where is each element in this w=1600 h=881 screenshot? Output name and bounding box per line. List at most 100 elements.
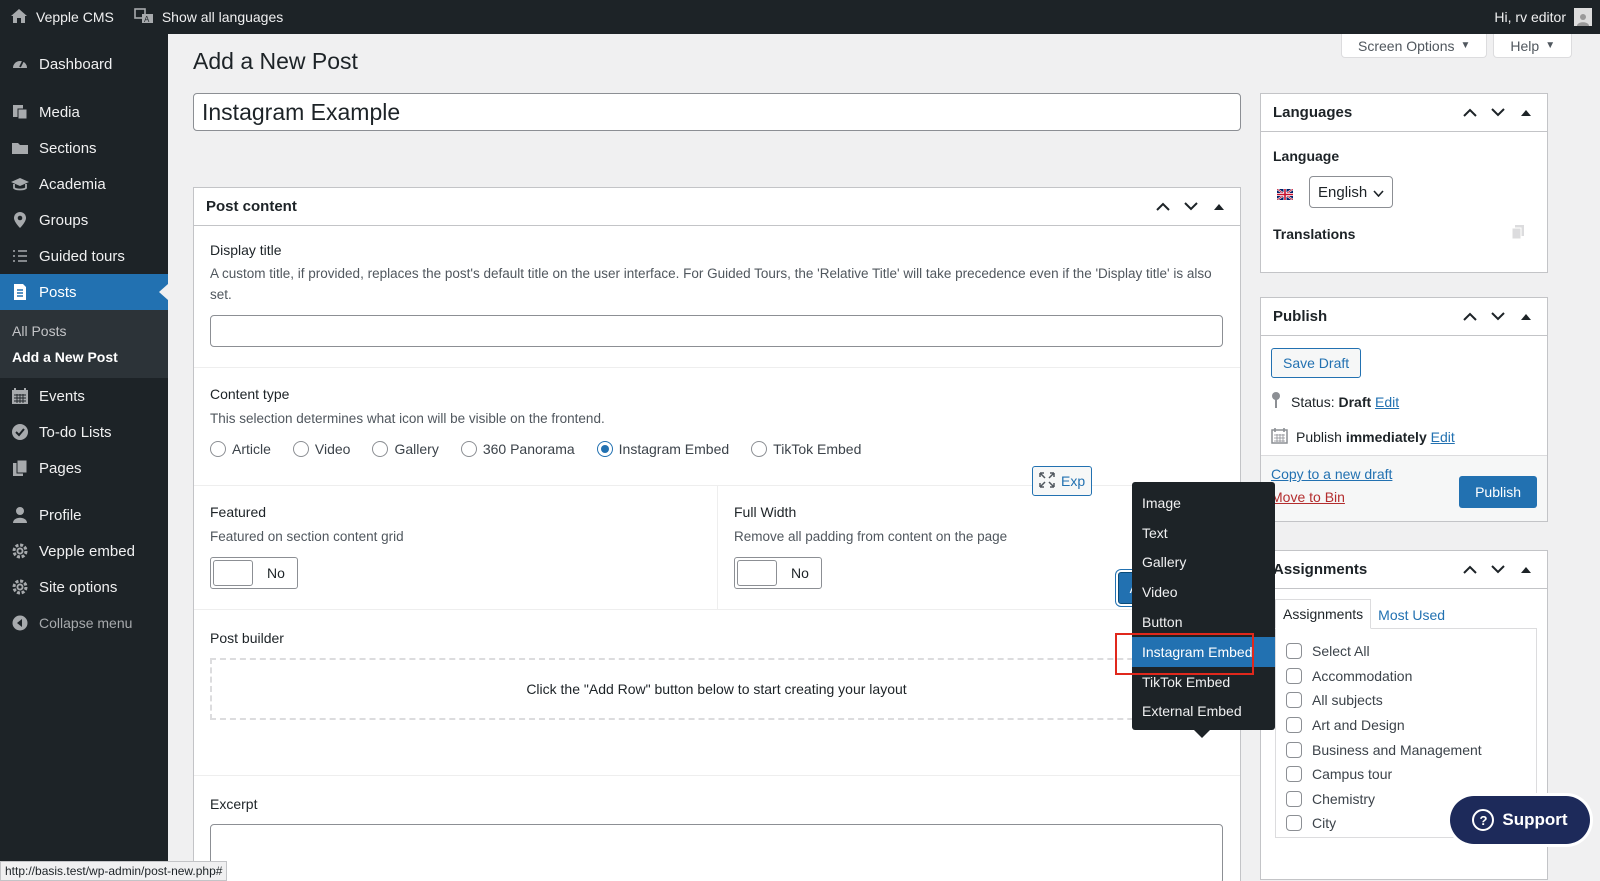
full-width-toggle[interactable]: No — [734, 557, 822, 589]
list-item[interactable]: Accommodation — [1286, 664, 1526, 689]
show-all-languages-link[interactable]: A Show all languages — [124, 0, 293, 34]
folder-icon — [10, 138, 30, 158]
move-down-icon[interactable] — [1182, 202, 1200, 211]
site-name: Vepple CMS — [36, 9, 114, 25]
menu-profile[interactable]: Profile — [0, 497, 168, 533]
featured-field: Featured Featured on section content gri… — [194, 486, 718, 609]
move-up-icon[interactable] — [1154, 202, 1172, 211]
radio-gallery[interactable]: Gallery — [372, 441, 439, 457]
move-up-icon[interactable] — [1461, 312, 1479, 321]
site-name-link[interactable]: Vepple CMS — [0, 0, 124, 34]
uk-flag-icon — [1276, 187, 1294, 201]
toggle-panel-icon[interactable] — [1517, 313, 1535, 320]
publish-time-row: Publish immediately Edit — [1271, 427, 1537, 447]
move-up-icon[interactable] — [1461, 108, 1479, 117]
toggles-row: Featured Featured on section content gri… — [194, 486, 1240, 610]
expand-icon — [1039, 471, 1055, 491]
toggle-panel-icon[interactable] — [1210, 203, 1228, 210]
toggle-panel-icon[interactable] — [1517, 109, 1535, 116]
menu-dashboard[interactable]: Dashboard — [0, 46, 168, 82]
excerpt-textarea[interactable] — [210, 824, 1223, 881]
menu-collapse[interactable]: Collapse menu — [0, 605, 168, 641]
gear-icon — [10, 577, 30, 597]
submenu-add-new-post[interactable]: Add a New Post — [0, 344, 168, 370]
move-to-bin-link[interactable]: Move to Bin — [1271, 489, 1345, 505]
browser-status-bar: http://basis.test/wp-admin/post-new.php# — [0, 861, 228, 881]
menu-sections[interactable]: Sections — [0, 130, 168, 166]
help-button[interactable]: Help ▼ — [1493, 34, 1573, 58]
content-type-radios: Article Video Gallery 360 Panorama Insta… — [210, 441, 1224, 457]
menu-item-text[interactable]: Text — [1132, 518, 1275, 548]
radio-article[interactable]: Article — [210, 441, 271, 457]
radio-video[interactable]: Video — [292, 441, 350, 457]
tab-most-used[interactable]: Most Used — [1371, 601, 1452, 629]
user-icon — [10, 505, 30, 525]
menu-guided-tours[interactable]: Guided tours — [0, 238, 168, 274]
menu-item-image[interactable]: Image — [1132, 488, 1275, 518]
menu-academia[interactable]: Academia — [0, 166, 168, 202]
checkbox[interactable] — [1286, 790, 1302, 807]
list-item[interactable]: Campus tour — [1286, 762, 1526, 787]
featured-toggle[interactable]: No — [210, 557, 298, 589]
save-draft-button[interactable]: Save Draft — [1271, 348, 1362, 378]
checkbox[interactable] — [1286, 717, 1302, 734]
edit-status-link[interactable]: Edit — [1375, 394, 1399, 410]
publish-button[interactable]: Publish — [1459, 476, 1537, 508]
post-content-box: Post content Display title A custom titl… — [193, 187, 1241, 881]
list-item[interactable]: All subjects — [1286, 688, 1526, 713]
expand-button[interactable]: Exp — [1032, 466, 1092, 496]
menu-events[interactable]: Events — [0, 378, 168, 414]
list-icon — [10, 246, 30, 266]
submenu-all-posts[interactable]: All Posts — [0, 318, 168, 344]
checkbox[interactable] — [1286, 692, 1302, 709]
posts-submenu: All Posts Add a New Post — [0, 310, 168, 378]
menu-item-gallery[interactable]: Gallery — [1132, 548, 1275, 578]
checkbox[interactable] — [1286, 643, 1302, 660]
menu-posts[interactable]: Posts — [0, 274, 168, 310]
display-title-input[interactable] — [210, 315, 1223, 347]
languages-header: Languages — [1261, 94, 1547, 132]
move-down-icon[interactable] — [1489, 565, 1507, 574]
checkbox[interactable] — [1286, 766, 1302, 783]
post-title-input[interactable]: Instagram Example — [193, 93, 1241, 131]
my-account[interactable]: Hi, rv editor — [1494, 8, 1600, 26]
status-row: Status: Draft Edit — [1271, 392, 1537, 411]
publish-actions: Copy to a new draft Move to Bin Publish — [1261, 455, 1547, 521]
duplicate-icon[interactable] — [1511, 224, 1525, 243]
menu-site-options[interactable]: Site options — [0, 569, 168, 605]
move-up-icon[interactable] — [1461, 565, 1479, 574]
checkbox[interactable] — [1286, 741, 1302, 758]
excerpt-field: Excerpt — [194, 776, 1240, 881]
menu-pages[interactable]: Pages — [0, 450, 168, 486]
screen-options-button[interactable]: Screen Options ▼ — [1341, 34, 1488, 58]
list-item[interactable]: Art and Design — [1286, 713, 1526, 738]
menu-item-video[interactable]: Video — [1132, 577, 1275, 607]
gear-icon — [10, 541, 30, 561]
menu-item-external-embed[interactable]: External Embed — [1132, 697, 1275, 727]
move-down-icon[interactable] — [1489, 108, 1507, 117]
support-button[interactable]: ? Support — [1450, 796, 1590, 844]
highlight-annotation — [1115, 633, 1254, 675]
checkbox[interactable] — [1286, 667, 1302, 684]
post-builder-field: Post builder Click the "Add Row" button … — [194, 610, 1240, 776]
menu-vepple-embed[interactable]: Vepple embed — [0, 533, 168, 569]
menu-media[interactable]: Media — [0, 94, 168, 130]
home-icon — [10, 8, 36, 27]
media-icon — [10, 102, 30, 122]
list-item[interactable]: Business and Management — [1286, 737, 1526, 762]
radio-tiktok-embed[interactable]: TikTok Embed — [751, 441, 861, 457]
tab-assignments[interactable]: Assignments — [1275, 599, 1372, 629]
edit-publish-time-link[interactable]: Edit — [1431, 429, 1455, 445]
menu-todo-lists[interactable]: To-do Lists — [0, 414, 168, 450]
list-item[interactable]: Select All — [1286, 639, 1526, 664]
radio-360-panorama[interactable]: 360 Panorama — [460, 441, 575, 457]
radio-instagram-embed[interactable]: Instagram Embed — [596, 441, 729, 457]
move-down-icon[interactable] — [1489, 312, 1507, 321]
language-select[interactable]: English — [1309, 176, 1394, 208]
checkbox[interactable] — [1286, 815, 1302, 832]
languages-box: Languages Language English Translations — [1260, 93, 1548, 273]
toggle-panel-icon[interactable] — [1517, 566, 1535, 573]
menu-groups[interactable]: Groups — [0, 202, 168, 238]
post-content-header: Post content — [194, 188, 1240, 226]
admin-menu: Dashboard Media Sections Academia Groups… — [0, 34, 168, 881]
